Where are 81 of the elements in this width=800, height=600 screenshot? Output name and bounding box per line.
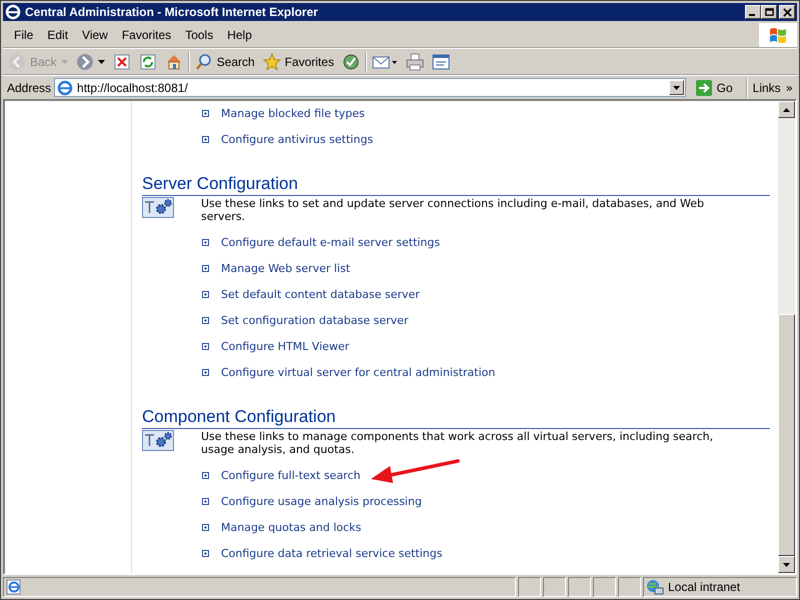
bullet-icon: [202, 342, 209, 350]
settings-link[interactable]: Manage blocked file types: [221, 106, 365, 120]
status-pane: [518, 577, 541, 597]
settings-link[interactable]: Configure default e-mail server settings: [221, 236, 440, 248]
status-pane: [618, 577, 641, 597]
dropdown-button[interactable]: [668, 80, 684, 95]
menu-item[interactable]: Favorites: [114, 28, 178, 42]
section-heading: Component Configuration: [142, 407, 770, 429]
address-label: Address: [7, 80, 52, 94]
search-icon: [194, 52, 213, 70]
status-pane: [593, 577, 616, 597]
bullet-icon: [202, 290, 209, 298]
bullet-icon: [202, 524, 209, 530]
caret-icon: [60, 60, 68, 64]
caret-icon: [98, 60, 105, 64]
minimize-button[interactable]: [745, 5, 761, 19]
bullet-icon: [202, 368, 209, 376]
settings-link[interactable]: Configure data retrieval service settings: [221, 546, 442, 560]
links-button[interactable]: Links: [750, 80, 783, 94]
favorites-button[interactable]: Favorites: [260, 50, 338, 72]
window-title: Central Administration - Microsoft Internet Explorer: [25, 5, 319, 19]
settings-link[interactable]: Configure usage analysis processing: [221, 494, 422, 508]
scrollbar[interactable]: [778, 101, 795, 573]
close-icon: [782, 8, 792, 16]
status-pane: [543, 577, 566, 597]
house-icon: [164, 52, 183, 70]
page-icon: [57, 80, 74, 96]
printer-icon: [406, 52, 424, 70]
settings-gear-icon: [142, 430, 174, 451]
settings-link[interactable]: Configure antivirus settings: [221, 132, 374, 146]
arrow-right-icon: [76, 52, 94, 70]
refresh-icon: [138, 52, 157, 70]
address-field[interactable]: http://localhost:8081/: [54, 78, 686, 97]
settings-gear-icon: [142, 197, 174, 218]
settings-link[interactable]: Configure full-text search: [221, 468, 360, 482]
settings-link[interactable]: Set configuration database server: [221, 314, 408, 326]
bullet-icon: [202, 550, 209, 556]
menu-item[interactable]: File: [7, 28, 40, 42]
menu-item[interactable]: Help: [220, 28, 259, 42]
go-button[interactable]: Go: [688, 78, 743, 96]
browser-logo-icon: [5, 4, 21, 20]
caret-icon: [783, 562, 790, 566]
bullet-icon: [202, 110, 209, 116]
security-zone-label: Local intranet: [668, 580, 740, 594]
settings-link[interactable]: Configure virtual server for central administration: [221, 366, 496, 378]
star-icon: [262, 52, 281, 70]
search-button[interactable]: Search: [192, 50, 258, 72]
settings-link[interactable]: Manage Web server list: [221, 262, 350, 274]
maximize-button[interactable]: [761, 5, 777, 19]
settings-link[interactable]: Configure HTML Viewer: [221, 340, 350, 352]
caret-icon: [672, 86, 680, 90]
menu-item[interactable]: View: [75, 28, 115, 42]
checkmark-icon: [342, 52, 360, 70]
settings-link[interactable]: Manage quotas and locks: [221, 520, 362, 534]
caret-icon: [783, 108, 790, 112]
arrow-left-icon: [8, 52, 26, 70]
document-icon: [432, 52, 450, 70]
section-description: Use these links to set and update server connections including e-mail, databases, and Web servers.: [201, 197, 706, 223]
status-pane: [568, 577, 591, 597]
scroll-up-button[interactable]: [778, 101, 795, 118]
bullet-icon: [202, 238, 209, 246]
maximize-icon: [764, 8, 774, 16]
bullet-icon: [202, 316, 209, 324]
menu-item[interactable]: Tools: [178, 28, 220, 42]
close-icon: [112, 52, 131, 70]
close-button[interactable]: [779, 5, 795, 19]
section-description: Use these links to manage components that work across all virtual servers, including search, usage analysis, and quotas.: [201, 430, 714, 456]
bullet-icon: [202, 136, 209, 142]
section-heading: Server Configuration: [142, 174, 770, 196]
minimize-icon: [749, 14, 755, 16]
network-icon: [646, 579, 664, 595]
bullet-icon: [202, 498, 209, 504]
bullet-icon: [202, 472, 209, 478]
page-icon: [6, 579, 22, 595]
settings-link[interactable]: Set default content database server: [221, 288, 420, 300]
scroll-thumb[interactable]: [778, 314, 795, 556]
bullet-icon: [202, 264, 209, 272]
menu-item[interactable]: Edit: [40, 28, 76, 42]
scroll-down-button[interactable]: [778, 556, 795, 573]
more-links-button[interactable]: »: [786, 80, 797, 94]
arrow-right-icon: [694, 78, 713, 96]
